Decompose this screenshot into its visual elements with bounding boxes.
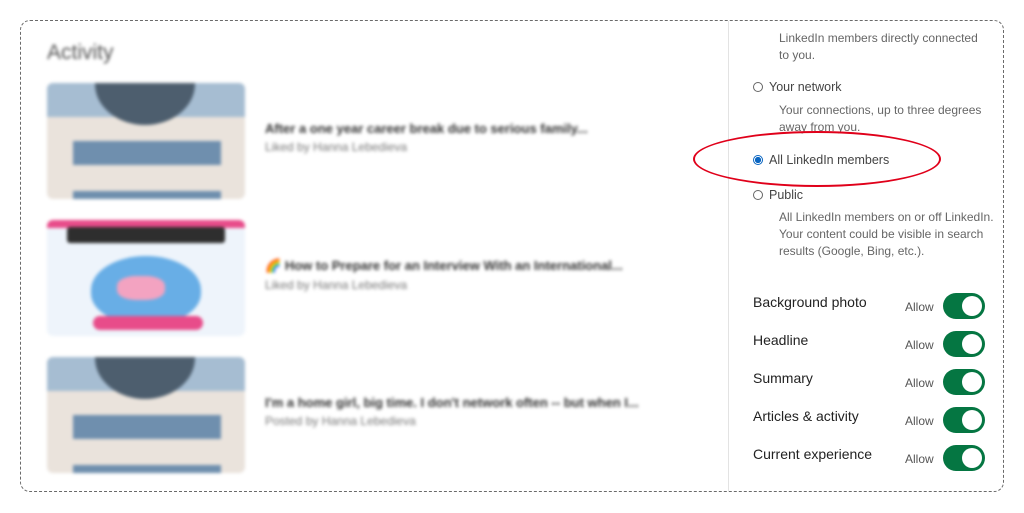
- activity-post[interactable]: I'm a home girl, big time. I don't netwo…: [47, 357, 707, 475]
- radio-your-network[interactable]: Your network: [753, 80, 842, 94]
- toggle-label: Current experience: [753, 446, 873, 462]
- activity-post[interactable]: 🌈 How to Prepare for an Interview With a…: [47, 220, 707, 338]
- post-thumbnail[interactable]: [47, 83, 245, 199]
- thumbnail-tag: [67, 227, 225, 243]
- toggle-row-current-experience: Current experience Allow: [753, 445, 985, 473]
- toggle-label: Headline: [753, 332, 809, 348]
- post-meta: Posted by Hanna Lebedieva: [265, 414, 416, 428]
- radio-label: Your network: [769, 80, 842, 94]
- post-thumbnail[interactable]: [47, 357, 245, 473]
- post-meta: Liked by Hanna Lebedieva: [265, 140, 408, 154]
- post-thumbnail[interactable]: [47, 220, 245, 336]
- radio-public[interactable]: Public: [753, 188, 803, 202]
- radio-all-linkedin-members[interactable]: All LinkedIn members: [753, 153, 889, 167]
- post-title[interactable]: 🌈 How to Prepare for an Interview With a…: [265, 258, 705, 274]
- post-title[interactable]: After a one year career break due to ser…: [265, 121, 705, 136]
- toggle-switch[interactable]: [943, 293, 985, 319]
- toggle-label: Background photo: [753, 294, 867, 310]
- post-meta: Liked by Hanna Lebedieva: [265, 278, 408, 292]
- toggle-state: Allow: [905, 300, 934, 314]
- toggle-label: Summary: [753, 370, 813, 386]
- toggle-switch[interactable]: [943, 369, 985, 395]
- radio-button-checked[interactable]: [753, 155, 763, 165]
- rainbow-emoji-icon: 🌈: [265, 258, 282, 273]
- your-network-description: Your connections, up to three degrees aw…: [779, 103, 982, 134]
- toggle-state: Allow: [905, 376, 934, 390]
- screenshot-frame: Activity After a one year career break d…: [20, 20, 1004, 492]
- toggle-row-background-photo: Background photo Allow: [753, 293, 985, 321]
- public-description: All LinkedIn members on or off LinkedIn.…: [779, 210, 994, 258]
- toggle-label: Articles & activity: [753, 408, 859, 424]
- activity-section: Activity After a one year career break d…: [21, 21, 728, 491]
- radio-button[interactable]: [753, 190, 763, 200]
- toggle-row-headline: Headline Allow: [753, 331, 985, 359]
- toggle-switch[interactable]: [943, 407, 985, 433]
- post-title-text[interactable]: How to Prepare for an Interview With an …: [285, 258, 623, 273]
- activity-title: Activity: [47, 41, 114, 64]
- radio-label: All LinkedIn members: [769, 153, 890, 167]
- visibility-settings-panel: LinkedIn members directly connected to y…: [729, 21, 1003, 491]
- toggle-row-summary: Summary Allow: [753, 369, 985, 397]
- radio-label: Public: [769, 188, 804, 202]
- toggle-state: Allow: [905, 452, 934, 466]
- radio-button[interactable]: [753, 82, 763, 92]
- toggle-state: Allow: [905, 414, 934, 428]
- toggle-switch[interactable]: [943, 331, 985, 357]
- toggle-state: Allow: [905, 338, 934, 352]
- connections-description: LinkedIn members directly connected to y…: [779, 31, 978, 62]
- post-title[interactable]: I'm a home girl, big time. I don't netwo…: [265, 395, 705, 410]
- toggle-row-articles-activity: Articles & activity Allow: [753, 407, 985, 435]
- activity-post[interactable]: After a one year career break due to ser…: [47, 83, 707, 201]
- toggle-switch[interactable]: [943, 445, 985, 471]
